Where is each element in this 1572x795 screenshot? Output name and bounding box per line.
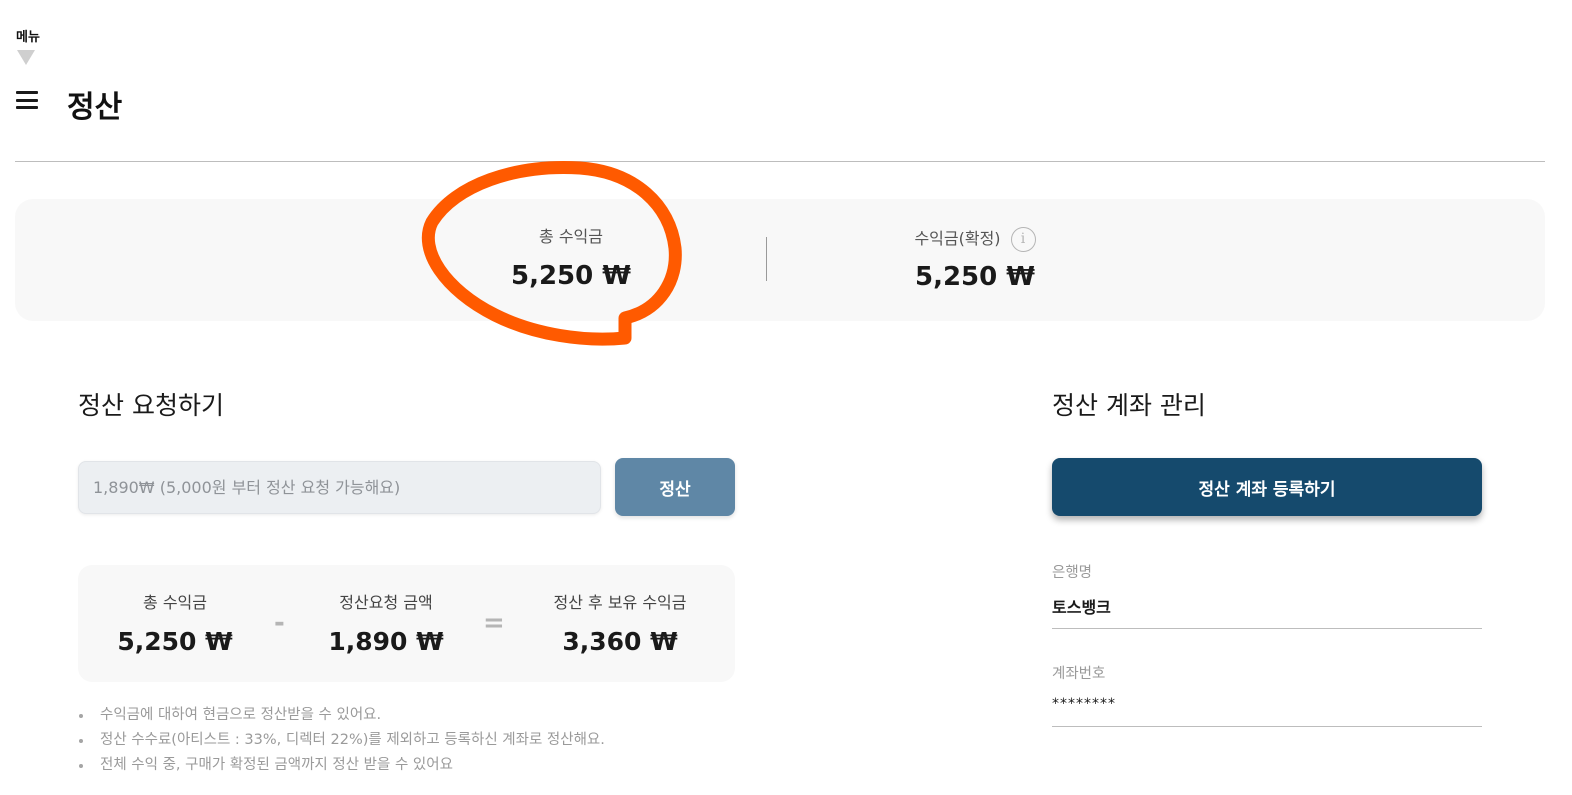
note-item: 전체 수익 중, 구매가 확정된 금액까지 정산 받을 수 있어요: [79, 753, 605, 778]
summary-confirmed: 수익금(확정) i 5,250 ₩: [825, 225, 1125, 292]
account-number-label: 계좌번호: [1052, 666, 1106, 682]
calc-equals-sign: =: [483, 608, 505, 638]
calc-minus-sign: -: [274, 608, 285, 638]
menu-label[interactable]: 메뉴: [16, 26, 40, 45]
hamburger-menu-icon[interactable]: [16, 90, 38, 110]
calc-request-label: 정산요청 금액: [339, 593, 433, 612]
bank-name-label: 은행명: [1052, 565, 1093, 581]
register-account-button[interactable]: 정산 계좌 등록하기: [1052, 458, 1482, 516]
account-number-value: ********: [1052, 696, 1482, 727]
summary-confirmed-label-text: 수익금(확정): [914, 229, 1001, 248]
page-title: 정산: [67, 90, 123, 125]
calc-total-label: 총 수익금: [143, 593, 207, 612]
summary-total-label: 총 수익금: [539, 227, 603, 246]
settlement-notes: 수익금에 대하여 현금으로 정산받을 수 있어요. 정산 수수료(아티스트 : …: [79, 703, 605, 778]
calc-total: 총 수익금 5,250 ₩: [105, 589, 245, 656]
calc-request-value: 1,890 ₩: [328, 627, 444, 656]
settlement-calc-card: 총 수익금 5,250 ₩ - 정산요청 금액 1,890 ₩ = 정산 후 보…: [78, 565, 735, 682]
calc-request: 정산요청 금액 1,890 ₩: [316, 589, 456, 656]
calc-total-value: 5,250 ₩: [117, 627, 233, 656]
calc-after-value: 3,360 ₩: [562, 627, 678, 656]
header-divider: [15, 161, 1545, 162]
summary-separator: [766, 237, 767, 281]
settlement-request-title: 정산 요청하기: [78, 391, 224, 420]
summary-total: 총 수익금 5,250 ₩: [421, 223, 721, 291]
summary-total-value: 5,250 ₩: [511, 261, 631, 291]
bank-name-value: 토스뱅크: [1052, 594, 1482, 629]
summary-confirmed-value: 5,250 ₩: [915, 262, 1035, 292]
info-icon[interactable]: i: [1010, 227, 1036, 252]
chevron-down-icon[interactable]: [17, 50, 35, 65]
summary-confirmed-label: 수익금(확정) i: [825, 225, 1125, 252]
calc-after: 정산 후 보유 수익금 3,360 ₩: [534, 589, 706, 656]
settlement-amount-input[interactable]: [78, 461, 601, 514]
note-item: 수익금에 대하여 현금으로 정산받을 수 있어요.: [79, 703, 605, 728]
summary-card: 총 수익금 5,250 ₩ 수익금(확정) i 5,250 ₩: [15, 199, 1545, 321]
settle-button[interactable]: 정산: [615, 458, 735, 516]
account-management-title: 정산 계좌 관리: [1052, 391, 1206, 420]
note-item: 정산 수수료(아티스트 : 33%, 디렉터 22%)를 제외하고 등록하신 계…: [79, 728, 605, 753]
calc-after-label: 정산 후 보유 수익금: [553, 593, 687, 612]
